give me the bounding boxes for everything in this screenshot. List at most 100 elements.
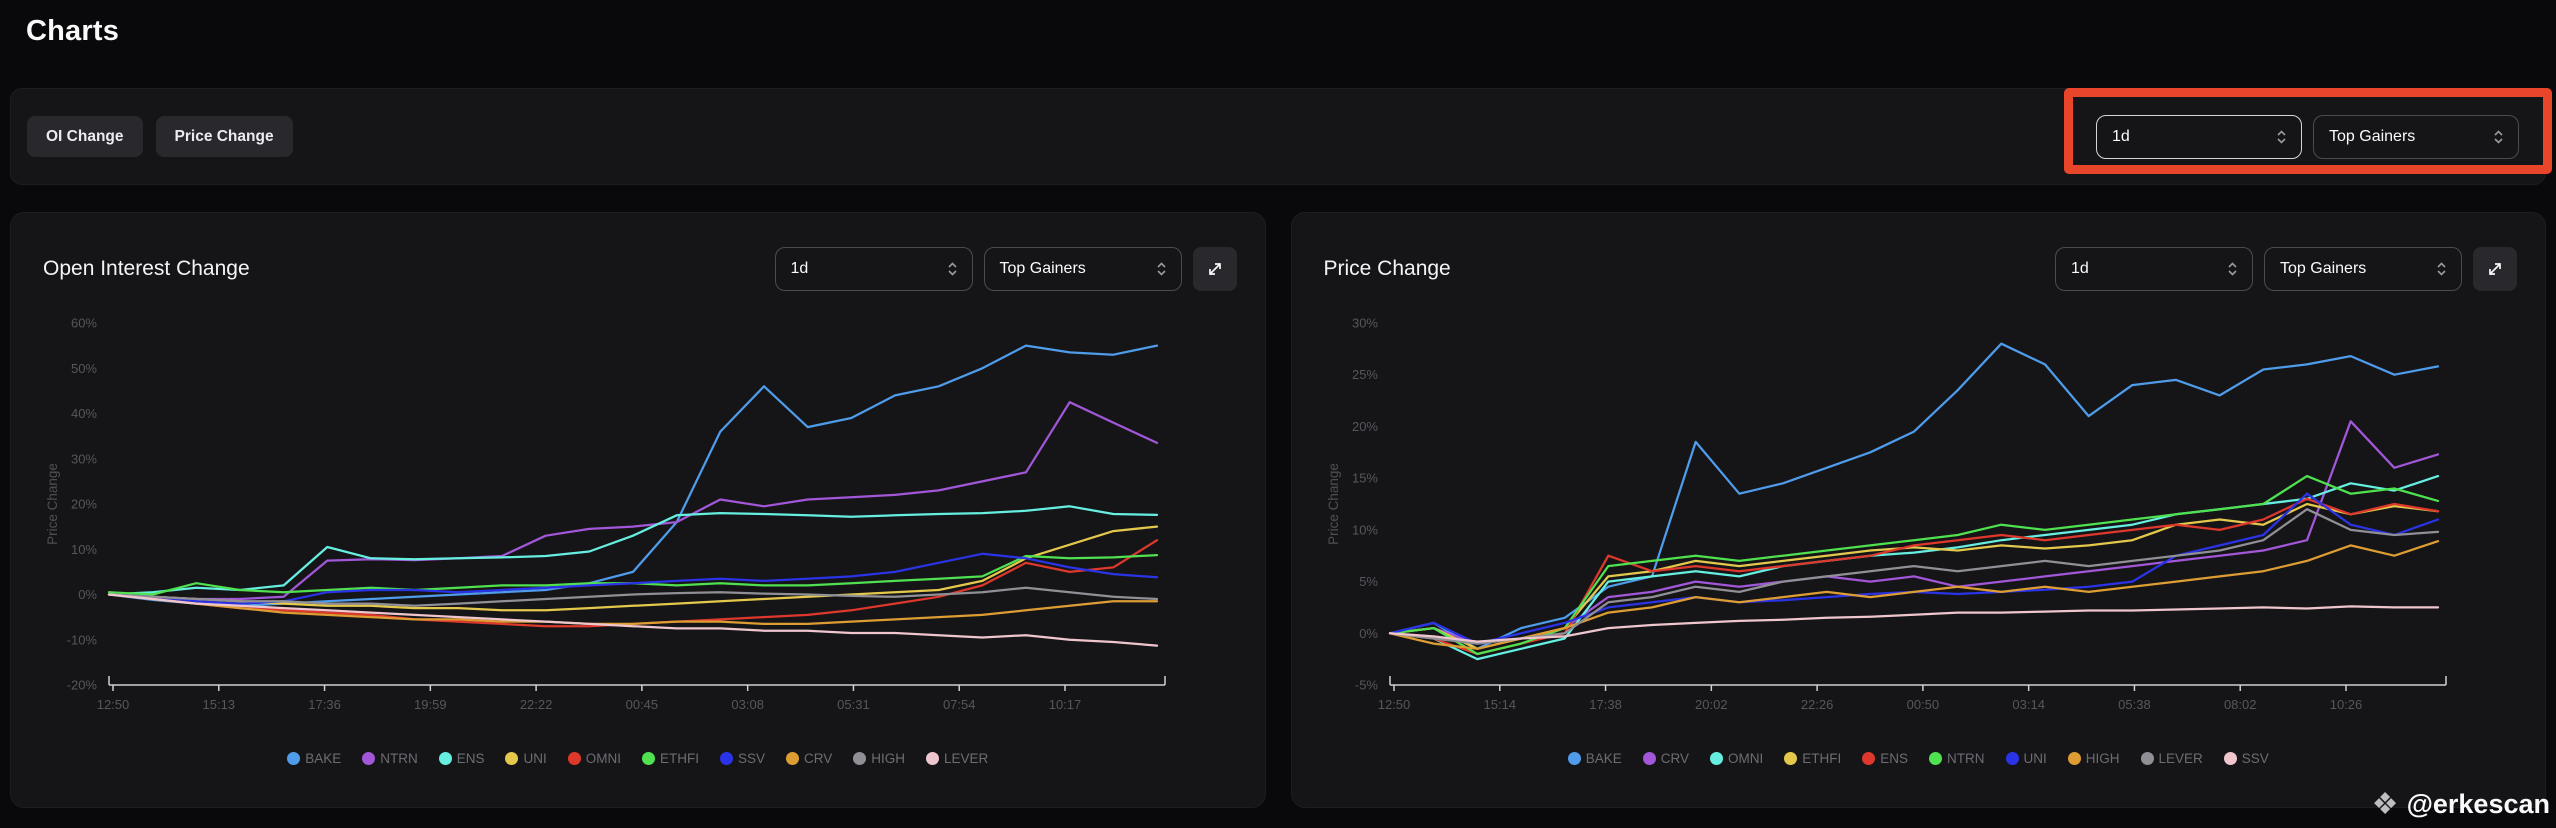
chart-legend: BAKE CRV OMNI ETHFI ENS NTRN UNI HIGH LEVER SSV [1320, 745, 2518, 771]
legend-label: LEVER [944, 750, 989, 766]
legend-label: OMNI [585, 750, 621, 766]
legend-item-ssv: SSV [719, 750, 765, 766]
charts-page: Charts OI Change Price Change 1d Top Gai… [0, 0, 2556, 828]
chart-canvas-host: 30% 25% 20% 15% 10% 5% 0% -5% Price Change 12:50 1… [1320, 295, 2518, 741]
svg-text:0%: 0% [78, 587, 97, 602]
legend-item-ethfi: ETHFI [1784, 751, 1841, 766]
panel-timeframe-value: 1d [790, 260, 809, 277]
global-timeframe-select[interactable]: 1d [2096, 114, 2302, 159]
legend-label: OMNI [1727, 750, 1764, 766]
legend-item-lever: LEVER [926, 751, 988, 766]
expand-chart-button[interactable] [2473, 247, 2517, 291]
chevron-up-down-icon [2277, 129, 2286, 144]
legend-item-ens: ENS [1862, 751, 1908, 766]
legend-item-uni: UNI [2005, 750, 2047, 766]
price-change-panel: Price Change 1d Top Gainers 30% 25% 20% … [1290, 212, 2546, 808]
legend-dot [641, 751, 655, 765]
panel-ranking-select[interactable]: Top Gainers [2264, 247, 2462, 291]
legend-item-uni: UNI [505, 750, 547, 766]
svg-text:60%: 60% [71, 316, 97, 331]
svg-text:20:02: 20:02 [1695, 697, 1728, 712]
chevron-up-down-icon [2494, 129, 2503, 144]
svg-text:40%: 40% [71, 406, 97, 421]
legend-item-high: HIGH [2067, 750, 2120, 766]
svg-text:08:02: 08:02 [2223, 697, 2256, 712]
legend-label: ENS [456, 750, 485, 766]
legend-dot [505, 751, 519, 765]
watermark-handle: @erkescan [2406, 789, 2550, 819]
svg-text:10%: 10% [71, 542, 97, 557]
legend-label: UNI [523, 750, 547, 766]
global-ranking-select[interactable]: Top Gainers [2313, 114, 2519, 159]
svg-text:0%: 0% [1359, 626, 1378, 641]
chart-legend: BAKE NTRN ENS UNI OMNI ETHFI SSV CRV HIGH LEVER [39, 745, 1237, 771]
legend-label: ENS [1880, 750, 1908, 766]
legend-label: NTRN [380, 750, 418, 766]
chart-type-tabs: OI Change Price Change [27, 116, 293, 157]
expand-icon [1208, 263, 1221, 275]
legend-dot [1567, 751, 1581, 765]
series-line-ntrn [107, 401, 1159, 601]
svg-text:10:17: 10:17 [1049, 697, 1082, 712]
svg-text:20%: 20% [71, 497, 97, 512]
legend-dot [362, 751, 376, 765]
svg-text:17:36: 17:36 [308, 697, 341, 712]
svg-text:19:59: 19:59 [414, 697, 447, 712]
panel-title: Open Interest Change [43, 257, 250, 280]
tab-oi-change[interactable]: OI Change [27, 116, 143, 157]
series-line-ssv [1388, 605, 2439, 643]
series-line-high [1388, 540, 2439, 650]
legend-dot [1862, 751, 1876, 765]
legend-dot [2223, 751, 2237, 765]
legend-item-omni: OMNI [567, 750, 621, 766]
panel-timeframe-value: 1d [2071, 260, 2089, 277]
panel-timeframe-select[interactable]: 1d [774, 247, 973, 291]
legend-item-crv: CRV [1642, 750, 1689, 766]
series-line-crv [1388, 420, 2439, 645]
svg-text:15:14: 15:14 [1483, 697, 1516, 712]
chart-canvas-host: 60% 50% 40% 30% 20% 10% 0% -10% -20% Price Change… [39, 295, 1237, 741]
svg-text:50%: 50% [71, 361, 97, 376]
panel-header: Price Change 1d Top Gainers [1320, 247, 2517, 291]
legend-item-high: HIGH [853, 751, 905, 766]
legend-label: SSV [737, 750, 765, 766]
panel-ranking-select[interactable]: Top Gainers [983, 247, 1182, 291]
legend-dot [719, 751, 733, 765]
legend-dot [1784, 751, 1798, 765]
svg-text:-10%: -10% [67, 632, 98, 647]
legend-dot [1709, 751, 1723, 765]
legend-item-ntrn: NTRN [1929, 751, 1985, 766]
series-line-ssv [107, 552, 1159, 605]
legend-item-ssv: SSV [2223, 751, 2269, 766]
legend-dot [2140, 751, 2154, 765]
legend-label: NTRN [1947, 750, 1985, 766]
legend-dot [287, 751, 301, 765]
expand-chart-button[interactable] [1192, 247, 1237, 291]
four-diamonds-icon: ❖ [2371, 787, 2399, 821]
legend-dot [1929, 751, 1942, 765]
svg-text:03:14: 03:14 [2012, 697, 2045, 712]
legend-label: HIGH [871, 750, 906, 766]
series-line-bake [1388, 342, 2439, 650]
global-ranking-value: Top Gainers [2329, 127, 2416, 145]
chevron-up-down-icon [2437, 262, 2446, 276]
svg-text:5%: 5% [1359, 574, 1378, 589]
legend-label: UNI [2023, 750, 2047, 766]
svg-text:10%: 10% [1351, 522, 1377, 537]
svg-text:07:54: 07:54 [943, 697, 976, 712]
page-title: Charts [26, 15, 120, 47]
svg-text:22:22: 22:22 [520, 697, 553, 712]
legend-dot [853, 751, 867, 765]
svg-text:10:26: 10:26 [2329, 697, 2362, 712]
svg-text:12:50: 12:50 [97, 697, 130, 712]
legend-label: CRV [804, 750, 833, 766]
tab-price-change[interactable]: Price Change [155, 116, 293, 157]
legend-label: BAKE [1585, 750, 1622, 766]
legend-label: HIGH [2085, 750, 2120, 766]
panel-timeframe-select[interactable]: 1d [2055, 247, 2253, 291]
legend-label: ETHFI [659, 750, 699, 766]
watermark: ❖ @erkescan [2372, 789, 2550, 820]
legend-item-ntrn: NTRN [362, 751, 418, 766]
legend-label: CRV [1660, 750, 1689, 766]
expand-icon [2489, 263, 2501, 275]
